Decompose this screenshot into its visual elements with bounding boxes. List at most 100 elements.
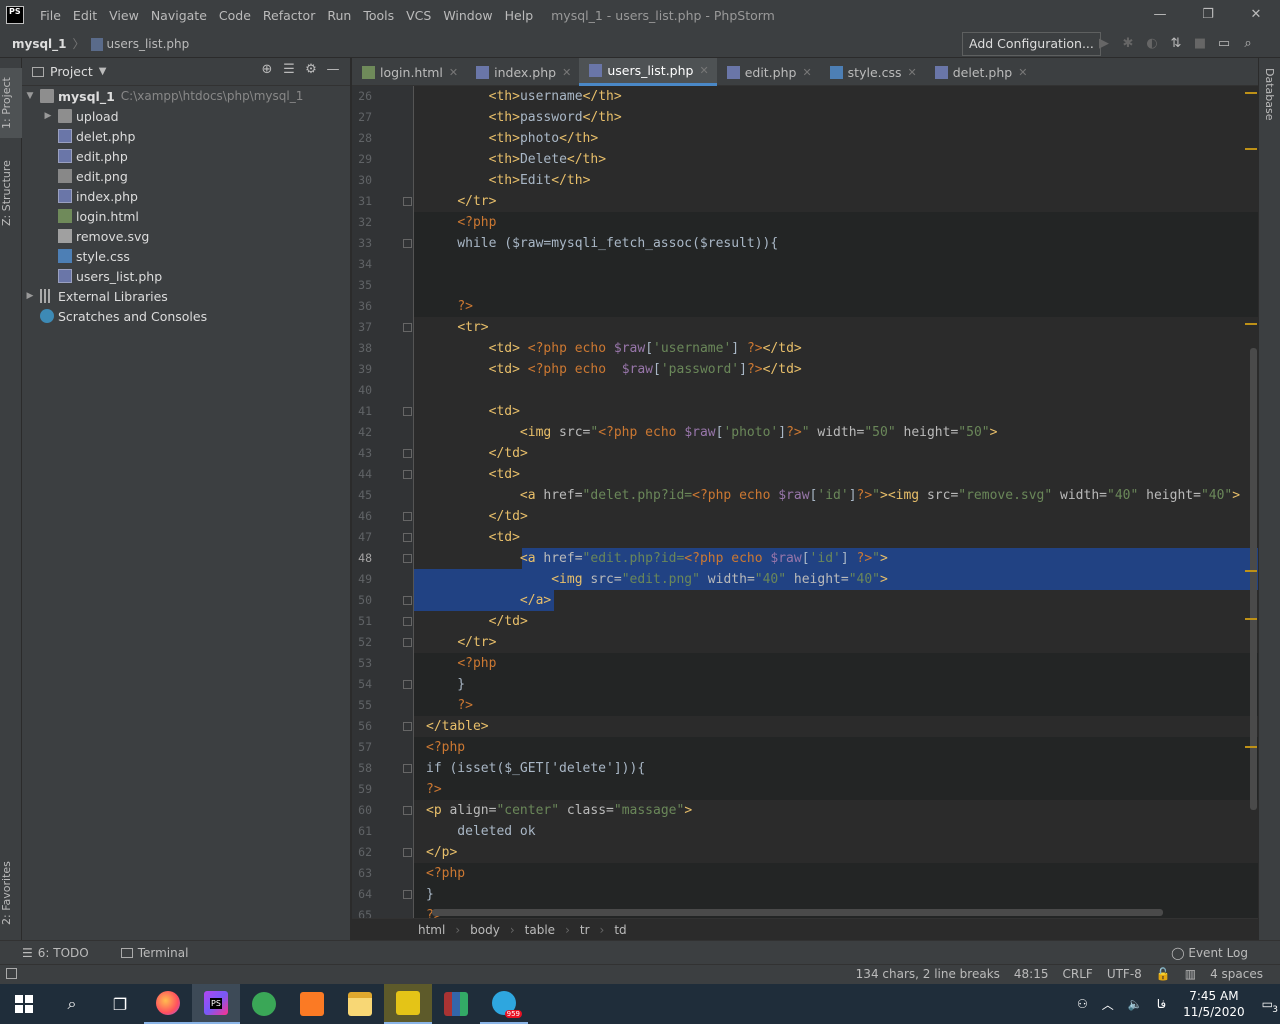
gear-icon[interactable]: ⚙ xyxy=(300,62,322,77)
minimize-button[interactable]: — xyxy=(1136,0,1184,30)
fold-marker-icon[interactable] xyxy=(403,722,412,731)
fold-marker-icon[interactable] xyxy=(403,617,412,626)
code-line[interactable]: ?> xyxy=(426,695,473,716)
code-line[interactable]: <a href="delet.php?id=<?php echo $raw['i… xyxy=(426,485,1240,506)
debug-icon[interactable]: ✱ xyxy=(1116,34,1140,54)
line-separator[interactable]: CRLF xyxy=(1056,967,1100,981)
menu-code[interactable]: Code xyxy=(213,8,257,23)
favorites-tool-tab[interactable]: 2: Favorites xyxy=(0,853,22,933)
play-icon[interactable]: ▶ xyxy=(1092,34,1116,54)
structure-tool-tab[interactable]: Z: Structure xyxy=(0,153,22,233)
close-tab-icon[interactable]: ✕ xyxy=(802,66,811,79)
update-icon[interactable]: ⇅ xyxy=(1164,34,1188,54)
fold-marker-icon[interactable] xyxy=(403,554,412,563)
tree-item[interactable]: ▼ mysql_1 C:\xampp\htdocs\php\mysql_1 xyxy=(22,86,351,106)
phpstorm-app-icon[interactable]: PS xyxy=(6,6,24,24)
project-tool-tab[interactable]: 1: Project xyxy=(0,68,22,138)
code-line[interactable]: ?> xyxy=(426,296,473,317)
error-stripe-mark[interactable] xyxy=(1245,746,1257,748)
chevron-up-icon[interactable]: ︿ xyxy=(1095,996,1121,1013)
tree-item[interactable]: delet.php xyxy=(22,126,351,146)
fold-marker-icon[interactable] xyxy=(403,197,412,206)
locate-icon[interactable]: ⊕ xyxy=(256,62,278,77)
expand-right-icon[interactable]: ▶ xyxy=(42,111,54,121)
chevron-down-icon[interactable]: ▼ xyxy=(99,66,107,77)
tab-style-css[interactable]: style.css ✕ xyxy=(820,58,925,86)
clock[interactable]: 7:45 AM 11/5/2020 xyxy=(1173,988,1255,1020)
tab-delet-php[interactable]: delet.php ✕ xyxy=(925,58,1036,86)
code-line[interactable]: <?php xyxy=(426,653,496,674)
code-line[interactable]: <td> <?php echo $raw['username'] ?></td> xyxy=(426,338,802,359)
database-tool-tab[interactable]: Database xyxy=(1263,68,1276,121)
tab-login-html[interactable]: login.html ✕ xyxy=(352,58,466,86)
fold-marker-icon[interactable] xyxy=(403,764,412,773)
fold-marker-icon[interactable] xyxy=(403,239,412,248)
collapse-all-icon[interactable]: ☰ xyxy=(278,62,300,77)
code-line[interactable]: <td> xyxy=(426,527,520,548)
menu-edit[interactable]: Edit xyxy=(67,8,103,23)
tree-item[interactable]: ▶ External Libraries xyxy=(22,286,351,306)
breadcrumb-body[interactable]: body xyxy=(470,923,500,937)
search-icon[interactable]: ⌕ xyxy=(1236,34,1260,54)
breadcrumb-tr[interactable]: tr xyxy=(580,923,590,937)
code-editor[interactable]: 26 27 28 29 30 31 32 33 34 35 36 37 38 39 40 41 42 43 44 45… xyxy=(352,86,1258,918)
error-stripe-mark[interactable] xyxy=(1245,323,1257,325)
fold-marker-icon[interactable] xyxy=(403,806,412,815)
xampp-icon[interactable] xyxy=(288,984,336,1024)
code-line[interactable]: <td> xyxy=(426,401,520,422)
add-configuration-button[interactable]: Add Configuration... xyxy=(962,32,1101,56)
volume-icon[interactable]: 🔈 xyxy=(1121,997,1150,1011)
menu-file[interactable]: File xyxy=(34,8,67,23)
fold-marker-icon[interactable] xyxy=(403,680,412,689)
phpstorm-icon[interactable]: PS xyxy=(192,984,240,1024)
code-line[interactable]: </a> xyxy=(426,590,551,611)
fold-marker-icon[interactable] xyxy=(403,512,412,521)
tab-index-php[interactable]: index.php ✕ xyxy=(466,58,579,86)
code-line[interactable]: if (isset($_GET['delete'])){ xyxy=(426,758,645,779)
code-line[interactable]: </td> xyxy=(426,443,528,464)
menu-tools[interactable]: Tools xyxy=(357,8,400,23)
restore-button[interactable]: ❐ xyxy=(1184,0,1232,30)
tree-item[interactable]: users_list.php xyxy=(22,266,351,286)
code-line[interactable]: <p align="center" class="massage"> xyxy=(426,800,692,821)
tab-users_list-php[interactable]: users_list.php ✕ xyxy=(579,58,717,86)
code-line[interactable]: <th>Edit</th> xyxy=(426,170,591,191)
fold-marker-icon[interactable] xyxy=(403,407,412,416)
code-line[interactable]: <img src="edit.png" width="40" height="4… xyxy=(426,569,888,590)
app-yellow-icon[interactable] xyxy=(384,984,432,1024)
fold-marker-icon[interactable] xyxy=(403,638,412,647)
lock-icon[interactable]: 🔓 xyxy=(1149,967,1178,981)
language-indicator[interactable]: فا xyxy=(1150,997,1173,1011)
expand-down-icon[interactable]: ▼ xyxy=(24,91,36,101)
start-icon[interactable] xyxy=(0,984,48,1024)
expand-right-icon[interactable]: ▶ xyxy=(24,291,36,301)
tree-item[interactable]: edit.php xyxy=(22,146,351,166)
firefox-icon[interactable] xyxy=(144,984,192,1024)
close-tab-icon[interactable]: ✕ xyxy=(908,66,917,79)
winrar-icon[interactable] xyxy=(432,984,480,1024)
code-line[interactable]: <tr> xyxy=(426,317,488,338)
code-line[interactable]: } xyxy=(426,884,434,905)
event-log-button[interactable]: ◯ Event Log xyxy=(1171,946,1248,960)
coverage-icon[interactable]: ◐ xyxy=(1140,34,1164,54)
tree-item[interactable]: edit.png xyxy=(22,166,351,186)
tree-item[interactable]: remove.svg xyxy=(22,226,351,246)
fold-marker-icon[interactable] xyxy=(403,890,412,899)
tree-item[interactable]: index.php xyxy=(22,186,351,206)
vertical-scrollbar[interactable] xyxy=(1250,348,1257,810)
code-line[interactable]: </table> xyxy=(426,716,489,737)
tree-item[interactable]: ▶ upload xyxy=(22,106,351,126)
code-line[interactable]: <th>password</th> xyxy=(426,107,622,128)
fold-marker-icon[interactable] xyxy=(403,323,412,332)
caret-position[interactable]: 48:15 xyxy=(1007,967,1056,981)
fold-marker-icon[interactable] xyxy=(403,596,412,605)
tool-windows-icon[interactable] xyxy=(6,968,17,979)
code-line[interactable]: </tr> xyxy=(426,632,496,653)
fold-marker-icon[interactable] xyxy=(403,470,412,479)
breadcrumb-td[interactable]: td xyxy=(614,923,626,937)
telegram-icon[interactable]: 959 xyxy=(480,984,528,1024)
code-line[interactable]: <img src="<?php echo $raw['photo']?>" wi… xyxy=(426,422,998,443)
todo-tool-button[interactable]: ☰ 6: TODO xyxy=(12,946,99,960)
tree-item[interactable]: style.css xyxy=(22,246,351,266)
code-line[interactable]: <th>photo</th> xyxy=(426,128,599,149)
